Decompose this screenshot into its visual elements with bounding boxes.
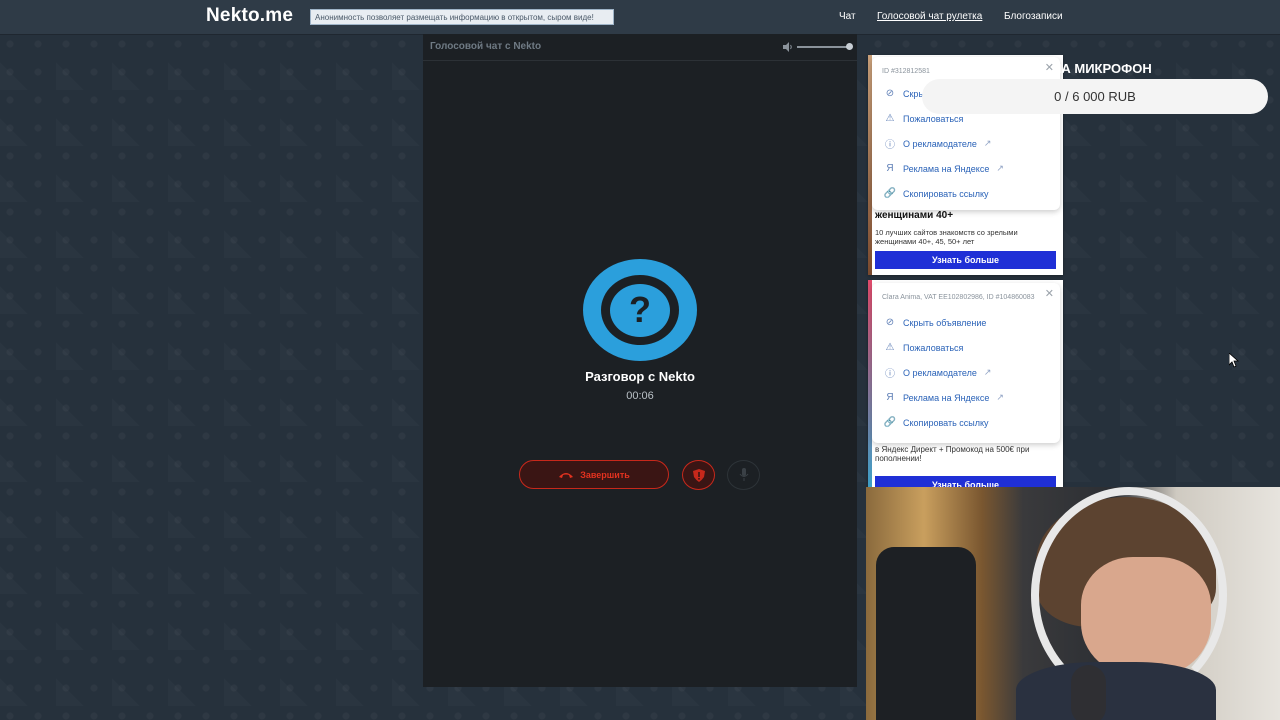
webcam-overlay xyxy=(866,487,1280,720)
nav-blog[interactable]: Блогозаписи xyxy=(1004,11,1063,22)
warning-icon: ⚠ xyxy=(885,113,895,124)
external-link-icon: ↗ xyxy=(996,163,1004,173)
eye-off-icon: ⊘ xyxy=(885,88,895,99)
call-timer: 00:06 xyxy=(626,390,654,402)
question-mark-icon: ? xyxy=(610,283,670,337)
microphone-button[interactable] xyxy=(727,460,760,490)
external-link-icon: ↗ xyxy=(983,138,992,148)
volume-slider-track[interactable] xyxy=(797,46,849,48)
ad-id-text: ID #312812581 xyxy=(882,68,930,75)
call-panel-header: Голосовой чат с Nekto xyxy=(423,34,857,61)
call-partner-name: Разговор с Nekto xyxy=(585,369,695,384)
close-icon[interactable]: ✕ xyxy=(1045,287,1054,300)
link-icon: 🔗 xyxy=(883,188,897,199)
call-panel-title: Голосовой чат с Nekto xyxy=(430,41,542,52)
nav-chat[interactable]: Чат xyxy=(839,11,856,22)
yandex-icon: Я xyxy=(886,392,894,403)
ad-text: 10 лучших сайтов знакомств со зрелыми же… xyxy=(875,228,1018,246)
ad-menu-advertiser[interactable]: ⓘ О рекламодателе ↗ xyxy=(872,360,1060,385)
donation-progress-text: 0 / 6 000 RUB xyxy=(1054,89,1136,104)
external-link-icon: ↗ xyxy=(996,392,1004,402)
ad-menu-copy-link[interactable]: 🔗 Скопировать ссылку xyxy=(872,410,1060,435)
tagline-banner: Анонимность позволяет размещать информац… xyxy=(310,9,614,25)
nav-voice-roulette[interactable]: Голосовой чат рулетка xyxy=(877,11,982,22)
site-header: Nekto.me Анонимность позволяет размещать… xyxy=(0,0,1280,35)
hang-up-icon xyxy=(559,472,574,478)
ad-block-2[interactable]: ✕ Clara Anima, VAT EE102802986, ID #1048… xyxy=(868,280,1063,494)
warning-icon: ⚠ xyxy=(885,342,895,353)
donation-progress-bar: 0 / 6 000 RUB xyxy=(922,79,1268,114)
donation-title: НА МИКРОФОН xyxy=(1052,61,1152,76)
ad-menu-advertiser[interactable]: ⓘ О рекламодателе ↗ xyxy=(872,131,1060,156)
mouse-cursor-icon xyxy=(1229,353,1239,368)
info-icon: ⓘ xyxy=(885,369,895,380)
volume-icon[interactable] xyxy=(783,42,793,52)
microphone-icon xyxy=(739,468,748,481)
caller-avatar: ? xyxy=(583,259,697,361)
ad-text: в Яндекс Директ + Промокод на 500€ при п… xyxy=(875,445,1030,463)
ad-id-text: Clara Anima, VAT EE102802986, ID #104860… xyxy=(882,294,1035,301)
yandex-icon: Я xyxy=(886,163,894,174)
ad-headline: женщинами 40+ xyxy=(875,210,954,221)
ad-cta-button[interactable]: Узнать больше xyxy=(875,251,1056,269)
info-icon: ⓘ xyxy=(885,140,895,151)
ad-menu-yandex[interactable]: Я Реклама на Яндексе ↗ xyxy=(872,156,1060,181)
shield-icon xyxy=(692,468,705,482)
end-call-button[interactable]: Завершить xyxy=(519,460,669,489)
ad-menu-hide[interactable]: ⊘Скрыть объявление xyxy=(872,310,1060,335)
external-link-icon: ↗ xyxy=(983,367,992,377)
site-logo[interactable]: Nekto.me xyxy=(206,5,293,27)
end-call-label: Завершить xyxy=(580,469,630,480)
voice-call-panel: Голосовой чат с Nekto ? Разговор с Nekto… xyxy=(423,34,857,687)
report-button[interactable] xyxy=(682,460,715,490)
ad-menu-report[interactable]: ⚠ Пожаловаться xyxy=(872,335,1060,360)
ad-menu-yandex[interactable]: Я Реклама на Яндексе ↗ xyxy=(872,385,1060,410)
link-icon: 🔗 xyxy=(883,417,897,428)
ad-options-menu: ✕ Clara Anima, VAT EE102802986, ID #1048… xyxy=(872,283,1060,443)
volume-slider-handle[interactable] xyxy=(846,43,853,50)
ad-menu-copy-link[interactable]: 🔗 Скопировать ссылку xyxy=(872,181,1060,206)
eye-off-icon: ⊘ xyxy=(885,317,895,328)
